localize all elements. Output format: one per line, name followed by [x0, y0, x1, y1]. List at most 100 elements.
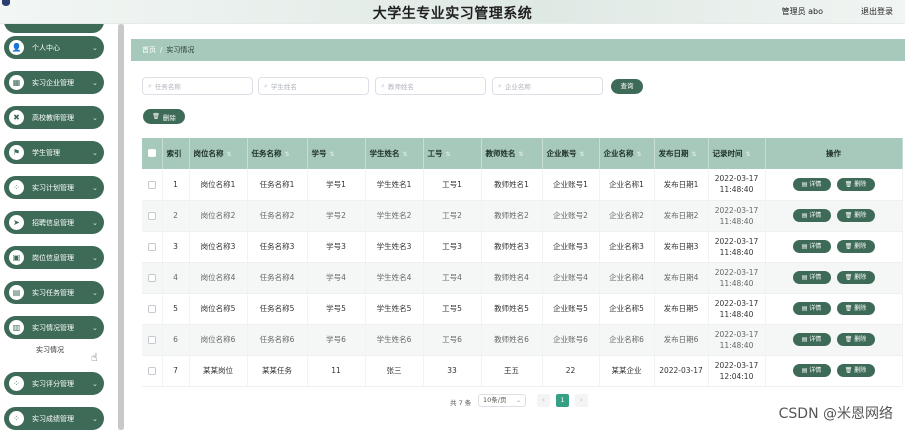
column-header[interactable]: 任务名称 ⇅ [247, 138, 308, 169]
main-content: 首页 / 实习情况 ⌕ 任务名称 ⌕ 学生姓名 ⌕ 教师姓名 ⌕ 企业名称 查询 🗑 删除 索… [124, 24, 905, 430]
detail-button[interactable]: ▤ 详情 [792, 364, 831, 377]
delete-button[interactable]: 🗑 删除 [836, 333, 875, 346]
table-row: 6 岗位名称6 任务名称6 学号6 学生姓名6 工号6 教师姓名6 企业账号6 企业名称6 发布日… [142, 324, 903, 356]
sidebar-item-label: 招聘信息管理 [32, 218, 74, 227]
sidebar-item-label: 实习任务管理 [32, 288, 74, 297]
delete-button[interactable]: 🗑 删除 [836, 240, 875, 253]
row-checkbox[interactable] [147, 367, 156, 375]
column-header[interactable]: 岗位名称 ⇅ [189, 138, 248, 169]
row-checkbox[interactable] [147, 212, 156, 220]
row-select-cell[interactable] [142, 169, 163, 201]
sort-icon[interactable]: ⇅ [580, 151, 585, 158]
row-select-cell[interactable] [142, 355, 163, 387]
delete-button[interactable]: 🗑 删除 [836, 209, 875, 222]
prev-page-button[interactable]: ‹ [537, 394, 550, 407]
sort-icon[interactable]: ⇅ [330, 151, 335, 158]
page-number-current[interactable]: 1 [556, 394, 569, 407]
table-cell: 学号6 [307, 324, 366, 356]
column-header[interactable]: 企业名称 ⇅ [599, 138, 655, 169]
sidebar-item-4[interactable]: ⚑ 学生管理 ⌄ [4, 141, 104, 164]
record-clock: 11:48:40 [719, 340, 754, 350]
sidebar-item-7[interactable]: ▣ 岗位信息管理 ⌄ [4, 246, 104, 269]
row-select-cell[interactable] [142, 231, 163, 263]
column-header[interactable]: 企业账号 ⇅ [542, 138, 600, 169]
row-select-cell[interactable] [142, 324, 163, 356]
detail-button[interactable]: ▤ 详情 [792, 240, 831, 253]
detail-button[interactable]: ▤ 详情 [792, 209, 831, 222]
sidebar-item-10[interactable]: ⁘ 实习评分管理 ⌄ [4, 372, 104, 395]
next-page-button[interactable]: › [575, 394, 588, 407]
chevron-down-icon: ⌄ [92, 323, 98, 332]
detail-button[interactable]: ▤ 详情 [792, 302, 831, 315]
column-header[interactable]: 教师姓名 ⇅ [481, 138, 543, 169]
batch-delete-button[interactable]: 🗑 删除 [143, 109, 185, 124]
row-checkbox[interactable] [147, 274, 156, 282]
sort-icon[interactable]: ⇅ [746, 151, 751, 158]
sort-icon[interactable]: ⇅ [227, 151, 232, 158]
sidebar-item-11[interactable]: ⁘ 实习成绩管理 ⌄ [4, 407, 104, 430]
task-name-search-input[interactable]: ⌕ 任务名称 [142, 77, 253, 95]
sidebar-item-label: 高校教师管理 [32, 113, 74, 122]
column-header-label: 任务名称 [251, 149, 282, 158]
record-date: 2022-03-17 [714, 267, 759, 277]
record-date: 2022-03-17 [714, 360, 759, 370]
table-cell: 工号1 [423, 169, 482, 201]
table-cell: 22 [542, 355, 600, 387]
table-cell: 岗位名称6 [189, 324, 248, 356]
delete-button[interactable]: 🗑 删除 [836, 271, 875, 284]
sidebar-item-9[interactable]: ▥ 实习情况管理 ⌄ [4, 316, 104, 339]
column-header[interactable]: 工号 ⇅ [423, 138, 482, 169]
row-select-cell[interactable] [142, 293, 163, 325]
logout-link[interactable]: 退出登录 [861, 6, 893, 17]
briefcase-icon: ▤ [9, 285, 24, 300]
sort-icon[interactable]: ⇅ [446, 151, 451, 158]
detail-button[interactable]: ▤ 详情 [792, 177, 831, 191]
delete-button[interactable]: 🗑 删除 [836, 177, 875, 191]
sidebar-item-1[interactable]: 👤 个人中心 ⌄ [4, 36, 104, 59]
sidebar-item-8[interactable]: ▤ 实习任务管理 ⌄ [4, 281, 104, 304]
row-checkbox[interactable] [147, 243, 156, 251]
sidebar-subitem-active[interactable]: 实习情况 [36, 345, 64, 355]
sort-icon[interactable]: ⇅ [637, 151, 642, 158]
sidebar-item-6[interactable]: ➤ 招聘信息管理 ⌄ [4, 211, 104, 234]
sidebar-item-label: 学生管理 [32, 148, 60, 157]
teacher-name-search-input[interactable]: ⌕ 教师姓名 [375, 77, 486, 95]
row-select-cell[interactable] [142, 200, 163, 232]
student-name-search-input[interactable]: ⌕ 学生姓名 [258, 77, 369, 95]
select-all-cell[interactable] [142, 138, 163, 169]
sort-icon[interactable]: ⇅ [519, 151, 524, 158]
row-checkbox[interactable] [147, 336, 156, 344]
detail-button[interactable]: ▤ 详情 [792, 333, 831, 346]
detail-button[interactable]: ▤ 详情 [792, 271, 831, 284]
sidebar-item-label: 实习情况管理 [32, 323, 74, 332]
delete-button[interactable]: 🗑 删除 [836, 364, 875, 377]
column-header[interactable]: 记录时间 ⇅ [708, 138, 766, 169]
delete-button[interactable]: 🗑 删除 [836, 302, 875, 315]
page-size-select[interactable]: 10条/页 ⌄ [478, 394, 526, 407]
row-checkbox[interactable] [147, 180, 156, 189]
select-all-checkbox[interactable] [147, 148, 156, 157]
column-header[interactable]: 发布日期 ⇅ [654, 138, 709, 169]
sidebar-item-2[interactable]: ▦ 实习企业管理 ⌄ [4, 71, 104, 94]
table-cell: 2022-03-17 [654, 355, 709, 387]
operation-cell: ▤ 详情 🗑 删除 [765, 200, 903, 232]
column-header[interactable]: 学号 ⇅ [307, 138, 366, 169]
teacher-name-placeholder: 教师姓名 [387, 83, 414, 91]
mouse-pointer-icon: ☝ [91, 351, 98, 364]
sidebar-item-top-partial[interactable] [4, 24, 104, 33]
sidebar-item-3[interactable]: ✖ 高校教师管理 ⌄ [4, 106, 104, 129]
operation-cell: ▤ 详情 🗑 删除 [765, 293, 903, 325]
sort-icon[interactable]: ⇅ [403, 151, 408, 158]
sidebar-item-5[interactable]: ⁘ 实习计划管理 ⌄ [4, 176, 104, 199]
row-checkbox[interactable] [147, 305, 156, 313]
breadcrumb-home[interactable]: 首页 [142, 46, 156, 54]
query-button[interactable]: 查询 [611, 79, 643, 94]
record-clock: 11:48:40 [719, 216, 754, 226]
row-select-cell[interactable] [142, 262, 163, 294]
sort-icon[interactable]: ⇅ [285, 151, 290, 158]
column-header[interactable]: 学生姓名 ⇅ [365, 138, 424, 169]
sort-icon[interactable]: ⇅ [692, 151, 697, 158]
column-header[interactable]: 索引 [162, 138, 190, 169]
bar-chart-icon: ▥ [9, 320, 24, 335]
company-name-search-input[interactable]: ⌕ 企业名称 [492, 77, 603, 95]
